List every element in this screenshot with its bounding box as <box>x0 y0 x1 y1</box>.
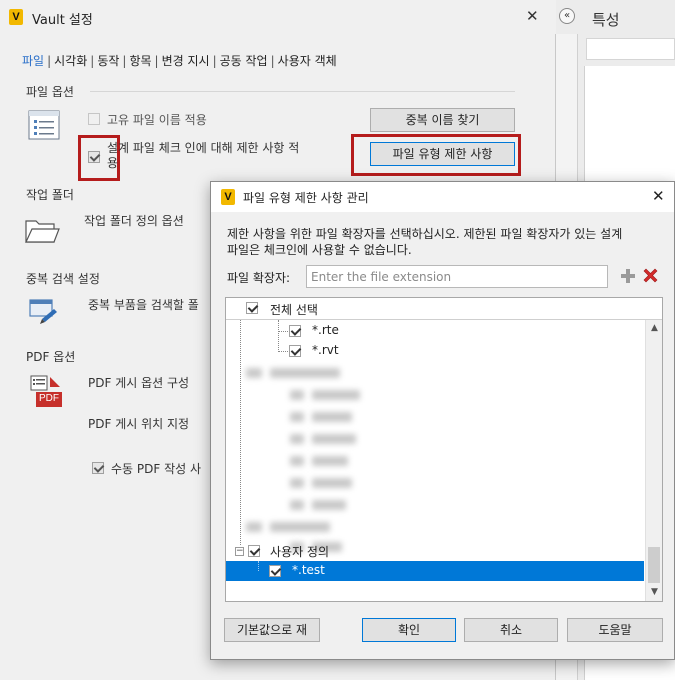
description-line1: 제한 사항을 위한 파일 확장자를 선택하십시오. 제한된 파일 확장자가 있는… <box>227 227 623 241</box>
dialog-title: 파일 유형 제한 사항 관리 <box>243 191 369 205</box>
close-icon[interactable]: ✕ <box>526 7 539 25</box>
dialog-description: 제한 사항을 위한 파일 확장자를 선택하십시오. 제한된 파일 확장자가 있는… <box>227 226 663 258</box>
restriction-checkbox[interactable] <box>88 151 100 163</box>
tab-change-order[interactable]: 변경 지시 <box>162 54 210 68</box>
pdf-icon-text: PDF <box>39 393 59 404</box>
tree-scrollbar[interactable]: ▲ ▼ <box>645 320 662 601</box>
obscured-tree-items <box>246 364 506 552</box>
pdf-icon: PDF <box>30 375 62 409</box>
tree-connector <box>258 561 259 571</box>
restriction-label-line2: 용 <box>107 156 119 170</box>
manual-pdf-checkbox[interactable] <box>92 462 104 474</box>
file-type-restriction-button[interactable]: 파일 유형 제한 사항 <box>370 142 515 166</box>
custom-group-row[interactable]: − 사용자 정의 <box>226 541 644 561</box>
file-options-heading: 파일 옵션 <box>26 85 74 99</box>
manual-pdf-label: 수동 PDF 작성 사 <box>111 462 202 476</box>
extension-input[interactable] <box>306 265 608 288</box>
tab-visualization[interactable]: 시각화 <box>54 54 87 68</box>
dialog-title-bar: V 파일 유형 제한 사항 관리 ✕ <box>211 182 674 212</box>
scroll-down-icon[interactable]: ▼ <box>646 584 662 601</box>
folder-icon <box>25 220 60 243</box>
select-all-row[interactable]: 전체 선택 <box>226 298 662 320</box>
cancel-button[interactable]: 취소 <box>464 618 558 642</box>
tab-separator: | <box>270 54 275 68</box>
ok-button[interactable]: 확인 <box>362 618 456 642</box>
reset-default-button[interactable]: 기본값으로 재 <box>224 618 320 642</box>
tab-custom-objects[interactable]: 사용자 객체 <box>278 54 337 68</box>
working-folder-heading: 작업 폴더 <box>26 188 74 202</box>
tree-item-selected[interactable]: *.test <box>226 561 644 581</box>
find-duplicate-names-button[interactable]: 중복 이름 찾기 <box>370 108 515 132</box>
window-title: Vault 설정 <box>32 13 93 28</box>
list-document-icon <box>28 110 60 140</box>
pdf-options-heading: PDF 옵션 <box>26 350 76 364</box>
plus-icon[interactable] <box>620 268 636 284</box>
properties-title: 특성 <box>592 11 620 29</box>
working-folder-option-label[interactable]: 작업 폴더 정의 옵션 <box>84 212 184 229</box>
custom-group-label: 사용자 정의 <box>270 545 330 559</box>
tree-item[interactable]: *.rvt <box>226 341 644 361</box>
extension-tree: 전체 선택 *.rte *.rvt − 사용자 정의 *.test ▲ ▼ <box>225 297 663 602</box>
vault-logo-icon: V <box>9 9 23 25</box>
vault-logo-icon: V <box>221 189 235 205</box>
item-checkbox[interactable] <box>289 345 301 357</box>
tab-behaviors[interactable]: 동작 <box>97 54 119 68</box>
settings-tabs: 파일 | 시각화 | 동작 | 항목 | 변경 지시 | 공동 작업 | 사용자 객체 <box>22 52 337 69</box>
delete-x-icon[interactable] <box>642 267 659 284</box>
duplicate-search-option-label[interactable]: 중복 부품을 검색할 폴 <box>88 296 199 313</box>
tab-items[interactable]: 항목 <box>129 54 151 68</box>
unique-filename-checkbox[interactable] <box>88 113 100 125</box>
title-bar: V Vault 설정 ✕ <box>0 0 556 34</box>
select-all-checkbox[interactable] <box>246 302 258 314</box>
scroll-thumb[interactable] <box>648 547 660 583</box>
tab-separator: | <box>90 54 95 68</box>
collapse-expander-icon[interactable]: − <box>235 547 244 556</box>
select-all-label: 전체 선택 <box>270 303 318 317</box>
tab-collaboration[interactable]: 공동 작업 <box>220 54 268 68</box>
tree-item[interactable]: *.rte <box>226 321 644 341</box>
item-label: *.rte <box>312 323 339 337</box>
tab-separator: | <box>154 54 159 68</box>
item-checkbox[interactable] <box>289 325 301 337</box>
pdf-publish-options-label[interactable]: PDF 게시 옵션 구성 <box>88 374 189 391</box>
item-checkbox[interactable] <box>269 565 281 577</box>
item-label: *.test <box>292 563 325 577</box>
scroll-up-icon[interactable]: ▲ <box>646 320 662 337</box>
tab-file[interactable]: 파일 <box>22 54 44 68</box>
restriction-label: 설계 파일 체크 인에 대해 제한 사항 적 용 <box>107 141 299 171</box>
duplicate-search-heading: 중복 검색 설정 <box>26 272 100 286</box>
close-icon[interactable]: ✕ <box>652 187 665 205</box>
custom-group-checkbox[interactable] <box>248 545 260 557</box>
item-label: *.rvt <box>312 343 339 357</box>
tab-separator: | <box>212 54 217 68</box>
file-type-restriction-dialog: V 파일 유형 제한 사항 관리 ✕ 제한 사항을 위한 파일 확장자를 선택하… <box>210 181 675 660</box>
search-settings-icon <box>29 299 57 324</box>
tab-separator: | <box>47 54 52 68</box>
description-line2: 파일은 체크인에 사용할 수 없습니다. <box>227 243 412 257</box>
collapse-icon[interactable]: « <box>559 8 575 24</box>
extension-label: 파일 확장자: <box>227 271 291 285</box>
section-divider <box>90 91 515 92</box>
help-button[interactable]: 도움말 <box>567 618 663 642</box>
pdf-publish-location-label[interactable]: PDF 게시 위치 지정 <box>88 415 189 432</box>
properties-search-field[interactable] <box>586 38 675 60</box>
restriction-label-line1: 설계 파일 체크 인에 대해 제한 사항 적 <box>107 141 300 155</box>
tab-separator: | <box>122 54 127 68</box>
unique-filename-label: 고유 파일 이름 적용 <box>107 113 207 127</box>
